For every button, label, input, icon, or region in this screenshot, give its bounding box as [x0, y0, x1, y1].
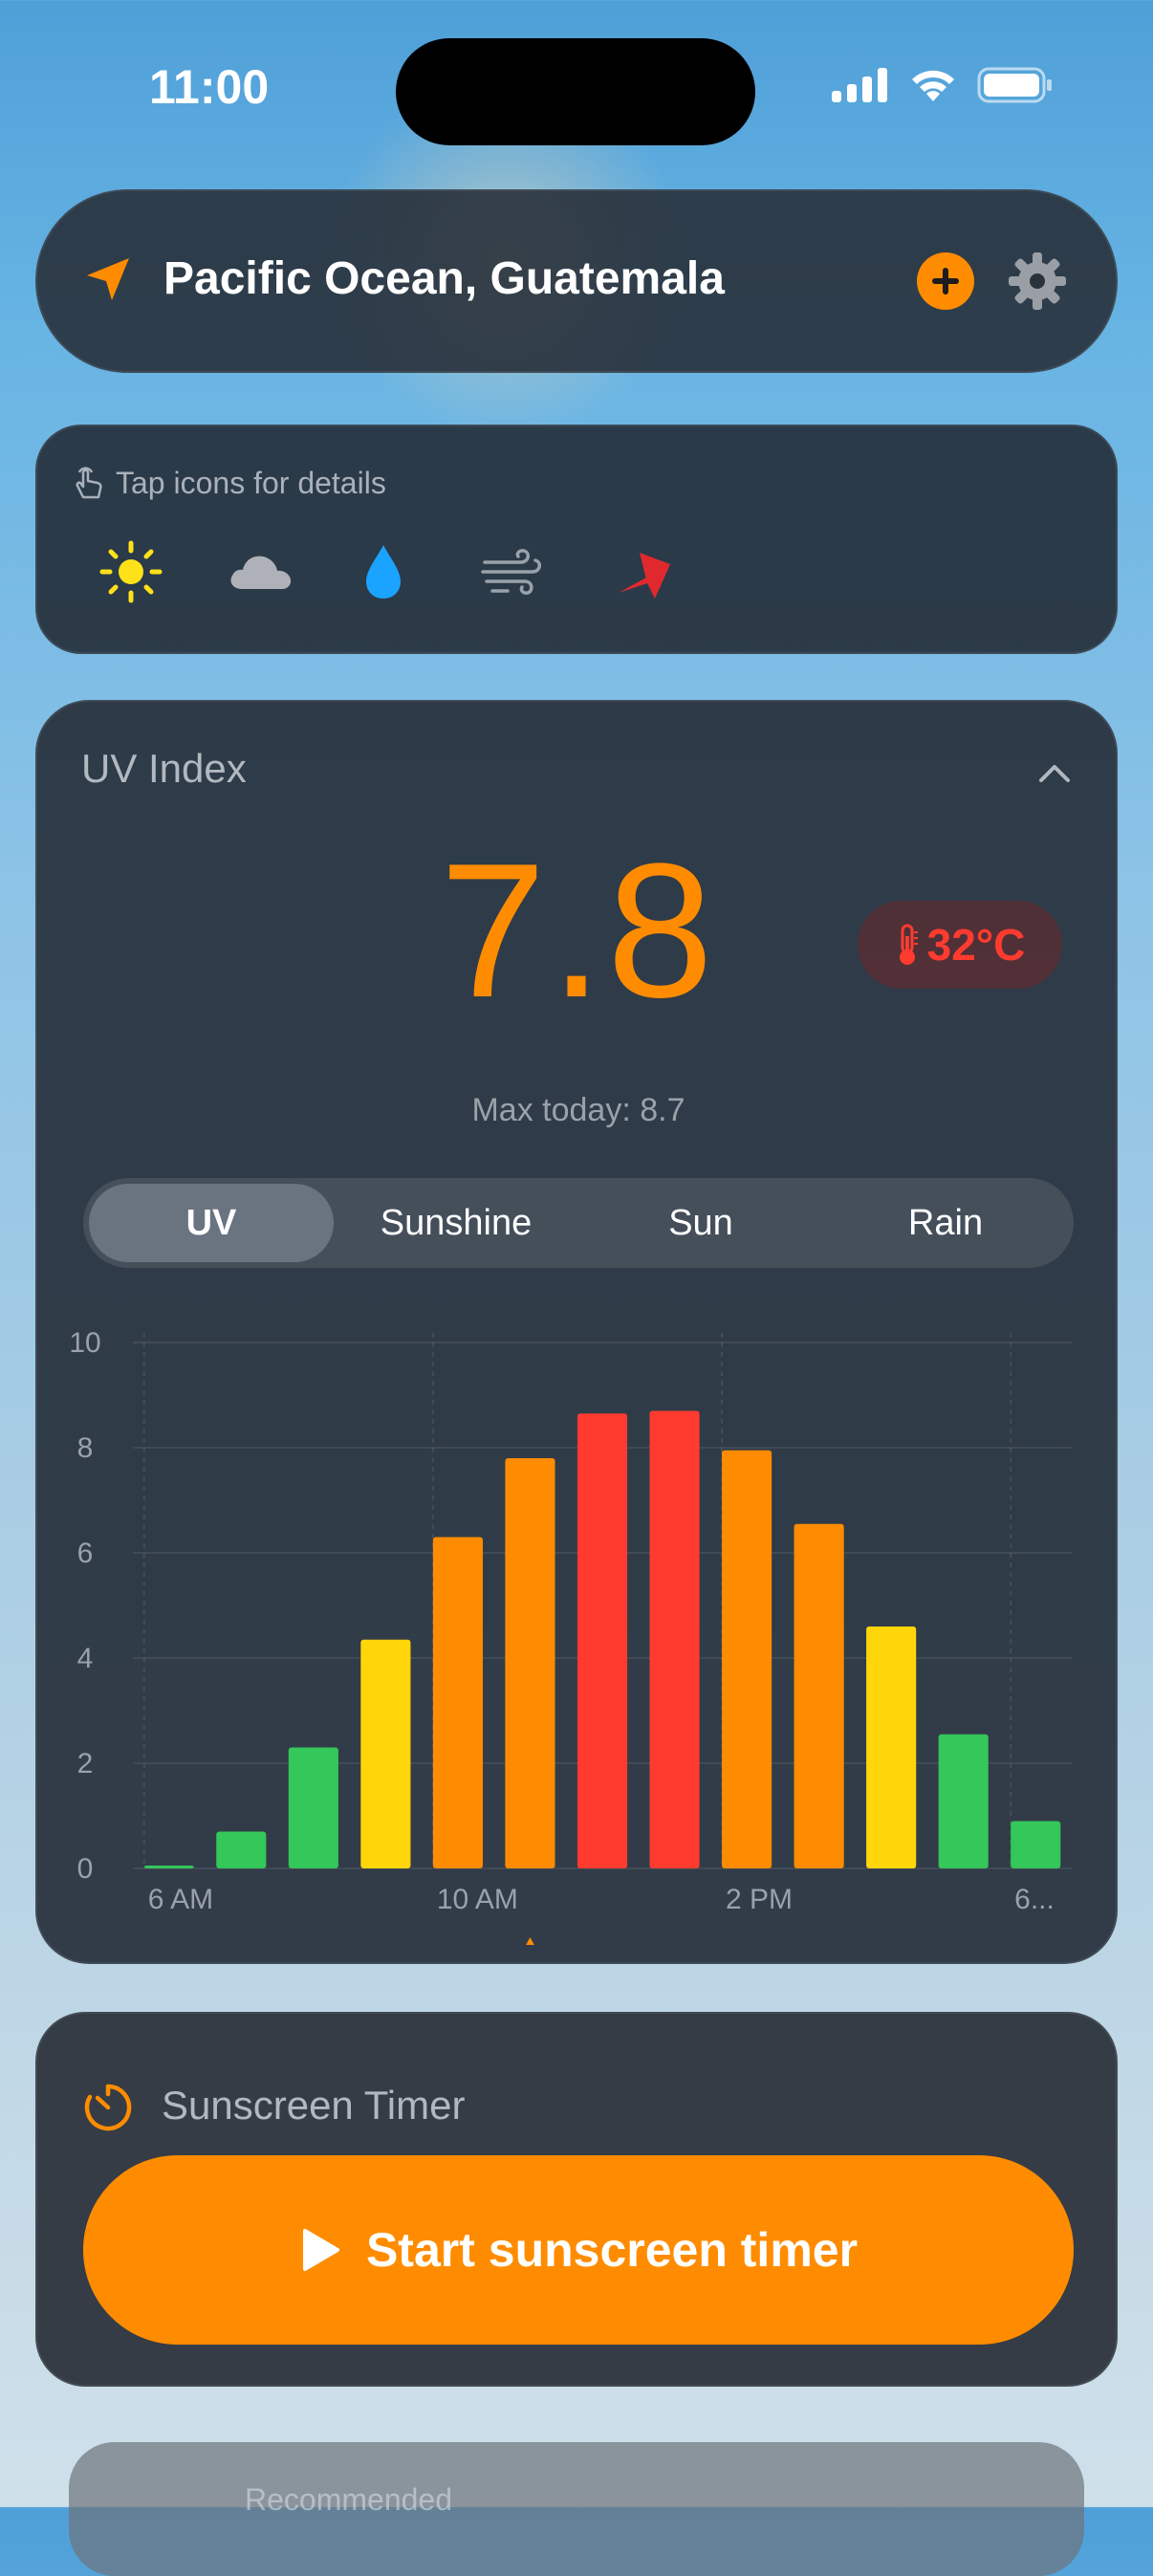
recommended-label: Recommended: [245, 2482, 452, 2517]
location-name: Pacific Ocean, Guatemala: [163, 253, 725, 304]
uv-bar: [360, 1639, 411, 1868]
x-tick-label: 2 PM: [726, 1884, 793, 1915]
y-tick-label: 8: [77, 1432, 94, 1464]
y-tick-label: 10: [69, 1327, 100, 1359]
tap-hint: Tap icons for details: [72, 465, 386, 501]
x-tick-label: 6 AM: [148, 1884, 213, 1915]
wifi-icon: [912, 70, 954, 101]
raindrop-icon[interactable]: [360, 539, 406, 604]
uv-bar: [938, 1734, 989, 1868]
recommended-card[interactable]: Recommended: [69, 2442, 1084, 2576]
chevron-up-icon[interactable]: [1037, 761, 1072, 784]
uv-index-card: UV Index 7.8 32°C Max today: 8.7 UV Suns…: [35, 700, 1118, 1964]
play-icon: [302, 2229, 339, 2271]
tab-sunshine[interactable]: Sunshine: [334, 1184, 578, 1262]
uv-bar: [288, 1747, 338, 1868]
location-card[interactable]: Pacific Ocean, Guatemala: [35, 189, 1118, 373]
y-tick-label: 0: [77, 1853, 94, 1885]
tap-hint-text: Tap icons for details: [116, 465, 386, 500]
uv-bar: [1011, 1821, 1061, 1868]
timer-card-title: Sunscreen Timer: [162, 2083, 466, 2128]
tab-rain[interactable]: Rain: [823, 1184, 1068, 1262]
y-tick-label: 2: [77, 1748, 94, 1779]
tab-sun[interactable]: Sun: [578, 1184, 823, 1262]
status-icons: [832, 67, 1054, 103]
timer-button-label: Start sunscreen timer: [365, 2223, 859, 2277]
weather-icons-card: Tap icons for details: [35, 425, 1118, 654]
dynamic-island: [396, 38, 755, 145]
x-tick-label: 6...: [1014, 1884, 1055, 1915]
hand-tap-icon: [76, 467, 102, 499]
uv-bar: [649, 1410, 700, 1868]
uv-bar: [794, 1523, 844, 1868]
uv-bar: [143, 1866, 194, 1868]
wind-direction-icon[interactable]: [613, 539, 678, 604]
sun-icon[interactable]: [98, 539, 163, 604]
temperature-badge[interactable]: 32°C: [858, 901, 1062, 989]
tab-uv[interactable]: UV: [89, 1184, 334, 1262]
y-tick-label: 6: [77, 1538, 94, 1569]
cloud-icon[interactable]: [225, 539, 297, 604]
plus-icon: [932, 268, 959, 295]
sunscreen-timer-card: Sunscreen Timer Start sunscreen timer: [35, 2012, 1118, 2387]
max-today: Max today: 8.7: [471, 1092, 685, 1128]
temperature-value: 32°C: [926, 920, 1026, 970]
uv-bar: [722, 1450, 772, 1868]
status-time: 11:00: [149, 60, 270, 114]
y-tick-label: 4: [77, 1643, 94, 1674]
uv-bar-chart: 0 2 4 6 8 10 6 AM 10 AM 2 PM 6...: [69, 1327, 1072, 1945]
chart-mode-segmented-control: UV Sunshine Sun Rain: [83, 1178, 1074, 1268]
location-arrow-icon: [87, 258, 129, 300]
uv-bar: [866, 1626, 917, 1868]
timer-icon: [84, 2084, 132, 2131]
x-tick-label: 10 AM: [437, 1884, 518, 1915]
settings-gear-icon[interactable]: [1007, 251, 1068, 312]
uv-bar: [505, 1458, 555, 1868]
uv-bar: [216, 1831, 267, 1868]
uv-bar: [432, 1537, 483, 1868]
wind-icon[interactable]: [479, 539, 546, 604]
current-hour-marker: [526, 1937, 534, 1945]
thermometer-icon: [899, 924, 918, 965]
battery-icon: [977, 67, 1052, 103]
cellular-signal-icon: [832, 68, 887, 102]
add-location-button[interactable]: [917, 252, 974, 310]
uv-card-title: UV Index: [81, 746, 247, 791]
uv-bar: [576, 1413, 628, 1868]
start-sunscreen-timer-button[interactable]: Start sunscreen timer: [83, 2155, 1074, 2345]
